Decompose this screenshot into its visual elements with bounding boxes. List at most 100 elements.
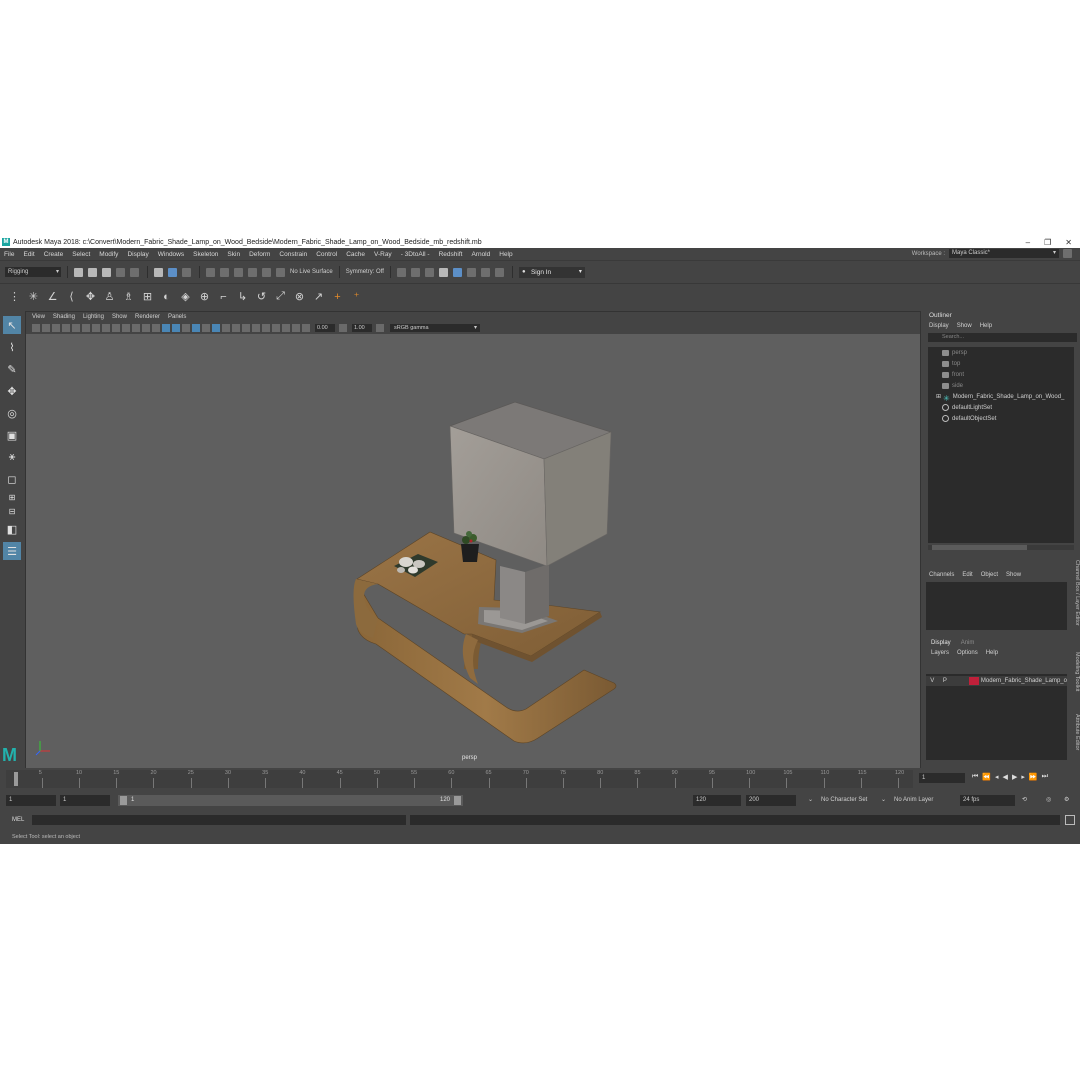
- menu-skin[interactable]: Skin: [227, 251, 240, 258]
- exposure-field[interactable]: 0.00: [315, 324, 335, 332]
- menu-modify[interactable]: Modify: [99, 251, 118, 258]
- select-tool-icon[interactable]: ↖: [3, 316, 21, 334]
- layer-color-swatch[interactable]: [969, 677, 979, 685]
- channel-menu-channels[interactable]: Channels: [929, 570, 954, 580]
- scale-tool-icon[interactable]: ▣: [3, 426, 21, 444]
- screen-space-ao-icon[interactable]: [222, 324, 230, 332]
- workspace-dropdown[interactable]: Maya Classic*: [949, 249, 1059, 258]
- move-tool-icon[interactable]: ✥: [3, 382, 21, 400]
- new-scene-icon[interactable]: [74, 267, 83, 277]
- snap-curve-icon[interactable]: [220, 267, 229, 277]
- menu-create[interactable]: Create: [44, 251, 64, 258]
- single-view-icon[interactable]: ◻: [3, 470, 21, 488]
- film-gate-icon[interactable]: [102, 324, 110, 332]
- menu-help[interactable]: Help: [499, 251, 512, 258]
- snap-point-icon[interactable]: [234, 267, 243, 277]
- time-ruler[interactable]: 5 10 15 20 25 30 35 40 45 50 55 60 65 70 75 80 85 90 95 100…: [6, 770, 913, 788]
- tab-display[interactable]: Display: [931, 638, 951, 648]
- range-start-handle[interactable]: [120, 796, 127, 805]
- locator-icon[interactable]: +: [331, 290, 344, 303]
- cluster-icon[interactable]: ◐: [160, 290, 173, 303]
- command-language-label[interactable]: MEL: [12, 815, 24, 825]
- menu-control[interactable]: Control: [316, 251, 337, 258]
- anim-layer-dropdown[interactable]: No Anim Layer: [894, 795, 933, 806]
- persp-outliner-icon[interactable]: ◧: [3, 520, 21, 538]
- loop-icon[interactable]: ⟲: [1022, 795, 1027, 806]
- two-view-icon[interactable]: ⊟: [3, 506, 21, 516]
- outliner-item[interactable]: front: [928, 369, 1074, 380]
- camera-select-icon[interactable]: [32, 324, 40, 332]
- camera-attributes-icon[interactable]: [42, 324, 50, 332]
- command-input[interactable]: [32, 815, 406, 825]
- play-forwards-icon[interactable]: ▶: [1012, 773, 1017, 781]
- go-to-start-icon[interactable]: ⏮: [972, 773, 978, 781]
- depth-of-field-icon[interactable]: [252, 324, 260, 332]
- parent-constraint-icon[interactable]: ⌐: [217, 290, 230, 303]
- step-back-frame-icon[interactable]: ◂: [995, 773, 999, 781]
- snap-plane-icon[interactable]: [248, 267, 257, 277]
- workspace-icon[interactable]: [1063, 249, 1072, 258]
- undo-icon[interactable]: [116, 267, 125, 277]
- save-scene-icon[interactable]: [102, 267, 111, 277]
- channel-menu-object[interactable]: Object: [981, 570, 998, 580]
- channel-menu-show[interactable]: Show: [1006, 570, 1021, 580]
- minimize-icon[interactable]: –: [1026, 238, 1030, 247]
- textured-icon[interactable]: [192, 324, 200, 332]
- grid-icon[interactable]: [92, 324, 100, 332]
- script-editor-icon[interactable]: [1065, 815, 1075, 825]
- pause-icon[interactable]: [480, 267, 490, 277]
- redo-icon[interactable]: [130, 267, 139, 277]
- joint-tool-icon[interactable]: ✳: [27, 290, 40, 303]
- view-transform-dropdown[interactable]: sRGB gamma: [390, 324, 480, 332]
- layer-visibility-toggle[interactable]: V: [926, 678, 939, 684]
- fps-dropdown[interactable]: 24 fps: [960, 795, 1015, 806]
- safe-title-icon[interactable]: [152, 324, 160, 332]
- menu-constrain[interactable]: Constrain: [279, 251, 307, 258]
- menu-v-ray[interactable]: V-Ray: [374, 251, 392, 258]
- playback-end-field[interactable]: 120: [693, 795, 741, 806]
- lattice-icon[interactable]: ⊞: [141, 290, 154, 303]
- panel-menu-lighting[interactable]: Lighting: [83, 314, 104, 320]
- gate-mask-icon[interactable]: [122, 324, 130, 332]
- redshift-icon[interactable]: [452, 267, 462, 277]
- outliner-item[interactable]: defaultLightSet: [928, 402, 1074, 413]
- animation-start-field[interactable]: 1: [6, 795, 56, 806]
- menu-deform[interactable]: Deform: [249, 251, 270, 258]
- outliner-layout-icon[interactable]: ☰: [3, 542, 21, 560]
- outliner-item[interactable]: side: [928, 380, 1074, 391]
- current-frame-field[interactable]: 1: [919, 773, 965, 783]
- gamma-field[interactable]: 1.00: [352, 324, 372, 332]
- character-set-dropdown[interactable]: No Character Set: [821, 795, 867, 806]
- field-chart-icon[interactable]: [132, 324, 140, 332]
- shelf-menu-icon[interactable]: ⋮: [8, 290, 21, 303]
- maximize-icon[interactable]: ❐: [1044, 238, 1051, 247]
- render-frame-icon[interactable]: [396, 267, 406, 277]
- lasso-tool-icon[interactable]: ⌇: [3, 338, 21, 356]
- menuset-dropdown[interactable]: Rigging: [5, 267, 61, 277]
- select-object-icon[interactable]: [168, 267, 177, 277]
- four-view-icon[interactable]: ⊞: [3, 492, 21, 502]
- layer-playback-toggle[interactable]: P: [939, 678, 952, 684]
- outliner-scrollbar[interactable]: [928, 545, 1074, 550]
- multisample-aa-icon[interactable]: [242, 324, 250, 332]
- outliner-item[interactable]: persp: [928, 347, 1074, 358]
- menu-file[interactable]: File: [4, 251, 14, 258]
- wireframe-on-shaded-icon[interactable]: [182, 324, 190, 332]
- isolate-select-icon[interactable]: [262, 324, 270, 332]
- render-view-icon[interactable]: [494, 267, 504, 277]
- point-constraint-icon[interactable]: ↳: [236, 290, 249, 303]
- layer-menu-help[interactable]: Help: [986, 648, 998, 658]
- menu-display[interactable]: Display: [127, 251, 148, 258]
- outliner-menu-display[interactable]: Display: [929, 321, 949, 331]
- tab-modeling-toolkit[interactable]: Modeling Toolkit: [1069, 652, 1080, 691]
- safe-action-icon[interactable]: [142, 324, 150, 332]
- scale-constraint-icon[interactable]: ⤢: [274, 290, 287, 303]
- character-set-icon[interactable]: ⌄: [808, 795, 813, 806]
- symmetry-dropdown[interactable]: Symmetry: Off: [346, 269, 384, 275]
- humanik-icon[interactable]: ♙: [103, 290, 116, 303]
- orient-constraint-icon[interactable]: ↺: [255, 290, 268, 303]
- panel-menu-panels[interactable]: Panels: [168, 314, 186, 320]
- step-back-key-icon[interactable]: ⏪: [982, 773, 991, 781]
- xray-components-icon[interactable]: [292, 324, 300, 332]
- panel-menu-shading[interactable]: Shading: [53, 314, 75, 320]
